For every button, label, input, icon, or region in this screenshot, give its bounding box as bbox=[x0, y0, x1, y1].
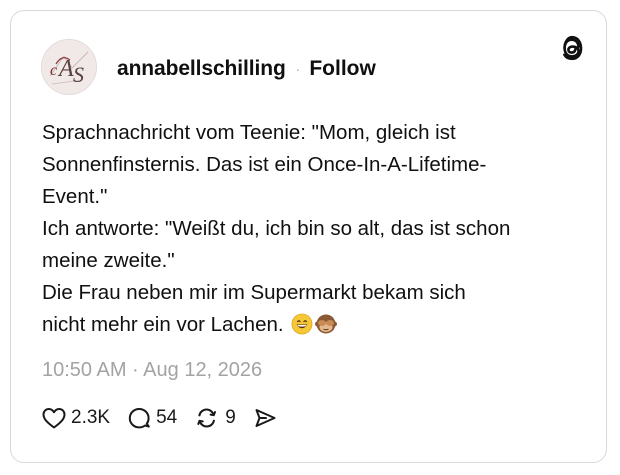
share-icon bbox=[255, 409, 276, 427]
repost-button[interactable]: 9 bbox=[193, 406, 236, 430]
separator-dot: · bbox=[295, 61, 301, 77]
post-line: meine zweite." bbox=[42, 249, 175, 272]
threads-logo-icon[interactable] bbox=[557, 33, 587, 63]
svg-text:S: S bbox=[73, 62, 84, 87]
post-last-line: nicht mehr ein vor Lachen. bbox=[42, 309, 582, 341]
avatar-image: c A S bbox=[42, 40, 96, 94]
reply-button[interactable]: 54 bbox=[126, 406, 177, 430]
action-bar: 2.3K 54 9 bbox=[41, 405, 294, 431]
share-button[interactable] bbox=[252, 406, 278, 430]
post-text: Sprachnachricht vom Teenie: "Mom, gleich… bbox=[42, 117, 582, 341]
post-card: c A S annabellschilling · Follow Sprachn… bbox=[10, 10, 607, 463]
post-line: nicht mehr ein vor Lachen. bbox=[42, 313, 284, 336]
comment-icon bbox=[128, 408, 150, 429]
post-timestamp: 10:50 AM · Aug 12, 2026 bbox=[42, 359, 263, 381]
post-line: Sprachnachricht vom Teenie: "Mom, gleich… bbox=[42, 121, 456, 144]
post-line: Event." bbox=[42, 185, 108, 208]
post-line: Die Frau neben mir im Supermarkt bekam s… bbox=[42, 281, 466, 304]
like-button[interactable]: 2.3K bbox=[41, 406, 110, 430]
repost-count: 9 bbox=[225, 407, 236, 428]
post-header: annabellschilling · Follow bbox=[117, 57, 376, 81]
post-line: Ich antworte: "Weißt du, ich bin so alt,… bbox=[42, 217, 511, 240]
svg-text:c: c bbox=[50, 62, 57, 79]
see-no-evil-monkey-emoji-icon bbox=[315, 314, 338, 334]
grinning-face-emoji-icon bbox=[291, 313, 313, 335]
repost-icon bbox=[197, 408, 217, 428]
reply-count: 54 bbox=[156, 407, 178, 428]
username-link[interactable]: annabellschilling bbox=[117, 57, 286, 81]
post-line: Sonnenfinsternis. Das ist ein Once-In-A-… bbox=[42, 153, 487, 176]
avatar[interactable]: c A S bbox=[41, 39, 97, 95]
like-count: 2.3K bbox=[71, 407, 111, 428]
heart-icon bbox=[42, 408, 66, 429]
follow-button[interactable]: Follow bbox=[309, 57, 376, 81]
